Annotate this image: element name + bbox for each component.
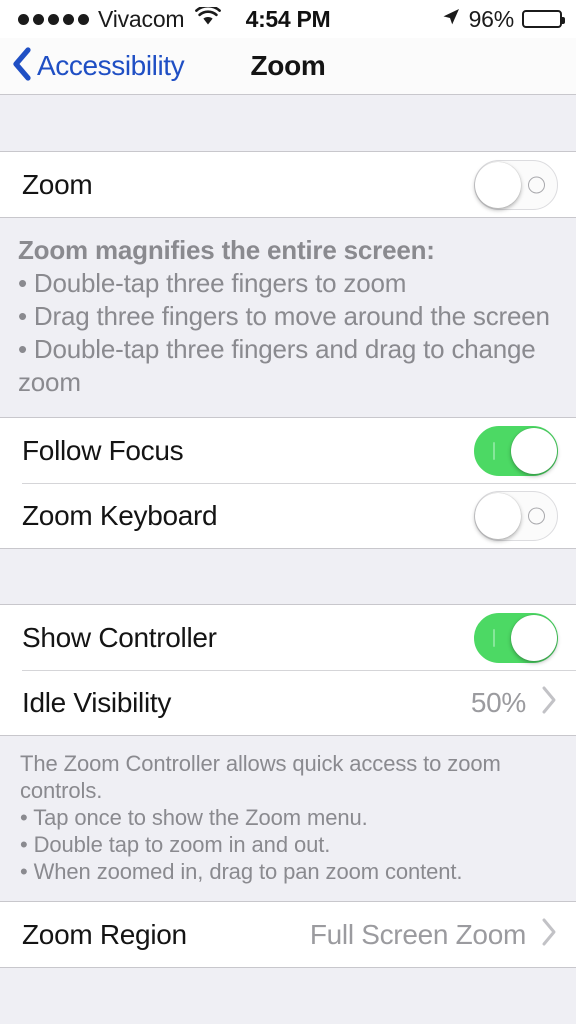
controller-footer-line: • Tap once to show the Zoom menu. (20, 805, 368, 830)
toggle-on-indicator (493, 628, 495, 647)
region-group: Zoom Region Full Screen Zoom (0, 901, 576, 968)
toggle-knob (475, 492, 521, 539)
row-idle-visibility[interactable]: Idle Visibility 50% (0, 670, 576, 735)
toggle-knob (475, 161, 521, 208)
wifi-icon (195, 4, 222, 31)
section-gap (0, 95, 576, 151)
controller-footer-text: The Zoom Controller allows quick access … (0, 736, 576, 901)
zoom-footer-bullet: • Double-tap three fingers and drag to c… (18, 334, 536, 397)
carrier-name: Vivacom (98, 5, 185, 32)
iphone-settings-screen: Vivacom 4:54 PM 96% Accessibility Zoom Z… (0, 0, 576, 1024)
chevron-left-icon (12, 46, 32, 86)
back-button-label: Accessibility (37, 50, 185, 81)
row-label-zoom: Zoom (22, 168, 93, 200)
chevron-right-icon (540, 685, 558, 720)
zoom-footer-heading: Zoom magnifies the entire screen: (18, 235, 435, 265)
zoom-footer-text: Zoom magnifies the entire screen: • Doub… (0, 218, 576, 417)
row-zoom-region[interactable]: Zoom Region Full Screen Zoom (0, 902, 576, 967)
toggle-follow-focus[interactable] (474, 425, 558, 476)
toggle-off-indicator (528, 176, 545, 193)
focus-group: Follow Focus Zoom Keyboard (0, 417, 576, 549)
row-show-controller[interactable]: Show Controller (0, 605, 576, 670)
row-label-show-controller: Show Controller (22, 621, 217, 653)
signal-dot (48, 13, 59, 25)
row-zoom-keyboard[interactable]: Zoom Keyboard (0, 483, 576, 548)
toggle-off-indicator (528, 507, 545, 524)
toggle-knob (511, 427, 557, 474)
row-label-follow-focus: Follow Focus (22, 434, 184, 466)
settings-list: Zoom Zoom magnifies the entire screen: •… (0, 95, 576, 968)
section-gap (0, 549, 576, 604)
controller-group: Show Controller Idle Visibility 50% (0, 604, 576, 736)
row-value-idle-visibility: 50% (470, 686, 526, 718)
controller-footer-line: • When zoomed in, drag to pan zoom conte… (20, 859, 463, 884)
row-zoom[interactable]: Zoom (0, 152, 576, 217)
chevron-right-icon (540, 917, 558, 952)
toggle-on-indicator (493, 441, 495, 460)
toggle-knob (511, 614, 557, 661)
battery-icon (522, 10, 565, 28)
controller-footer-line: The Zoom Controller allows quick access … (20, 751, 501, 803)
toggle-zoom-keyboard[interactable] (474, 490, 558, 541)
row-follow-focus[interactable]: Follow Focus (0, 418, 576, 483)
back-button[interactable]: Accessibility (0, 46, 185, 86)
navigation-bar: Accessibility Zoom (0, 38, 576, 95)
battery-percentage: 96% (468, 5, 515, 32)
row-label-zoom-region: Zoom Region (22, 918, 187, 950)
toggle-zoom[interactable] (474, 159, 558, 210)
zoom-footer-bullet: • Drag three fingers to move around the … (18, 301, 550, 331)
row-label-zoom-keyboard: Zoom Keyboard (22, 499, 218, 531)
status-bar-left: Vivacom (18, 4, 290, 32)
zoom-toggle-group: Zoom (0, 151, 576, 218)
signal-dot (63, 13, 74, 25)
signal-dot (33, 13, 44, 25)
controller-footer-line: • Double tap to zoom in and out. (20, 832, 331, 857)
location-arrow-icon (441, 7, 461, 32)
row-label-idle-visibility: Idle Visibility (22, 686, 172, 718)
row-value-zoom-region: Full Screen Zoom (309, 918, 526, 950)
status-bar: Vivacom 4:54 PM 96% (0, 0, 576, 38)
signal-strength-dots (18, 13, 89, 25)
signal-dot (18, 13, 29, 25)
signal-dot (78, 13, 89, 25)
status-bar-right: 96% (290, 5, 565, 33)
zoom-footer-bullet: • Double-tap three fingers to zoom (18, 268, 407, 298)
toggle-show-controller[interactable] (474, 612, 558, 663)
